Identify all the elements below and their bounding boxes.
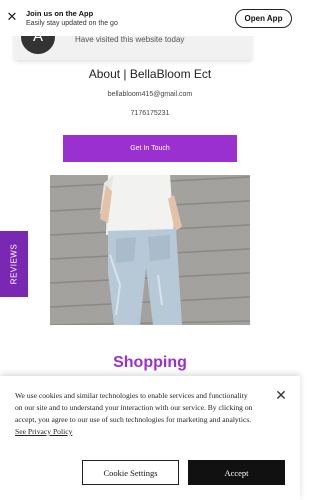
reviews-tab[interactable]: REVIEWS [0, 231, 28, 297]
model-photo-illustration [50, 175, 250, 325]
accept-button[interactable]: Accept [188, 460, 285, 485]
contact-email[interactable]: bellabloom415@gmail.com [0, 91, 300, 98]
visited-notification-text: Have visited this website today [75, 35, 185, 44]
cookie-message: We use cookies and similar technologies … [15, 391, 253, 424]
close-icon[interactable]: ✕ [274, 388, 288, 402]
privacy-policy-link[interactable]: See Privacy Policy [15, 427, 72, 436]
model-photo [50, 175, 250, 325]
page-title: About | BellaBloom Ect [88, 67, 212, 81]
cookie-consent-banner: We use cookies and similar technologies … [0, 376, 300, 500]
get-in-touch-button[interactable]: Get In Touch [63, 135, 237, 162]
app-install-banner: ✕ Join us on the App Easily stay updated… [0, 0, 300, 36]
cookie-settings-button[interactable]: Cookie Settings [82, 460, 179, 485]
app-banner-subtitle: Easily stay updated on the go [26, 20, 118, 27]
app-banner-text: Join us on the App Easily stay updated o… [26, 9, 118, 29]
reviews-tab-label: REVIEWS [9, 243, 19, 285]
section-heading: Shopping [113, 354, 187, 371]
cookie-text: We use cookies and similar technologies … [15, 390, 255, 438]
open-app-button[interactable]: Open App [235, 9, 292, 28]
app-banner-title: Join us on the App [26, 9, 94, 18]
close-icon[interactable]: ✕ [6, 10, 18, 23]
contact-phone[interactable]: 7176175231 [0, 110, 300, 117]
